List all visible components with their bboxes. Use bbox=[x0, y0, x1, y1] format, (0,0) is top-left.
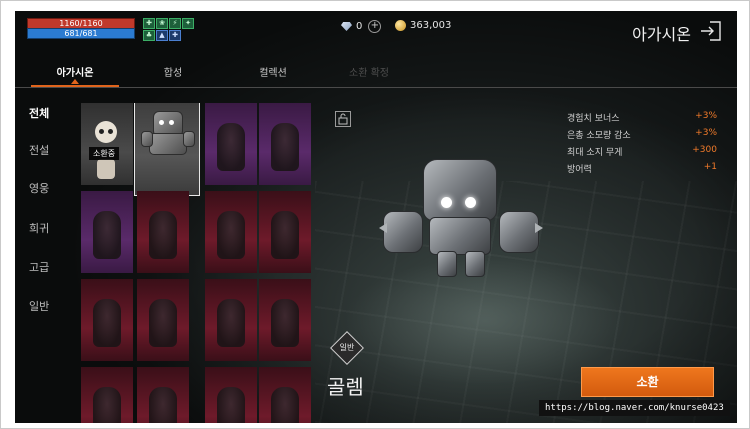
eye bbox=[108, 129, 113, 134]
category-legend[interactable]: 전설 bbox=[29, 142, 49, 158]
golem-left-leg bbox=[437, 251, 457, 277]
exit-icon[interactable] bbox=[699, 20, 723, 42]
category-rare[interactable]: 희귀 bbox=[29, 220, 49, 236]
golem-body bbox=[429, 217, 491, 255]
tab-indicator-caret bbox=[71, 79, 79, 84]
agathion-slot[interactable] bbox=[205, 191, 257, 273]
gem-count: 0 bbox=[356, 21, 363, 32]
stat-value: +3% bbox=[695, 111, 717, 121]
agathion-silhouette bbox=[149, 211, 177, 259]
golem-thumbnail bbox=[141, 111, 195, 159]
page-title: 아가시온 bbox=[632, 25, 691, 44]
gold-count: 363,003 bbox=[410, 20, 452, 31]
agathion-slot[interactable] bbox=[81, 367, 133, 423]
skeleton-body bbox=[97, 159, 115, 179]
image-frame: 1160/1160 681/681 ✚ ❀ ⚡ ✦ ♣ ▲ ✚ 0 + 363,… bbox=[0, 0, 750, 429]
stats-panel: 경험치 보너스 +3% 은총 소모량 감소 +3% 최대 소지 무게 +300 … bbox=[567, 111, 717, 179]
tab-agathion[interactable]: 아가시온 bbox=[35, 64, 115, 79]
tab-synthesis[interactable]: 합성 bbox=[133, 64, 213, 79]
stat-row: 방어력 +1 bbox=[567, 162, 717, 179]
buff-icon: ⚡ bbox=[169, 18, 181, 29]
buff-icon: ❀ bbox=[156, 18, 168, 29]
agathion-silhouette bbox=[149, 387, 177, 423]
agathion-silhouette bbox=[217, 387, 245, 423]
blog-watermark: https://blog.naver.com/knurse0423 bbox=[539, 400, 730, 416]
stat-row: 최대 소지 무게 +300 bbox=[567, 145, 717, 162]
agathion-slot-golem[interactable] bbox=[134, 103, 200, 196]
agathion-slot[interactable] bbox=[259, 367, 311, 423]
agathion-silhouette bbox=[93, 211, 121, 259]
agathion-slot[interactable] bbox=[137, 279, 189, 361]
gold-currency: 363,003 bbox=[395, 20, 451, 31]
spike bbox=[535, 223, 543, 233]
golem-eye bbox=[441, 197, 452, 208]
tab-summon-confirm[interactable]: 소환 확정 bbox=[329, 64, 409, 79]
agathion-silhouette bbox=[93, 387, 121, 423]
agathion-name: 골렘 bbox=[327, 375, 364, 399]
lock-icon[interactable] bbox=[335, 111, 351, 127]
summoning-badge: 소환중 bbox=[89, 147, 120, 160]
agathion-slot[interactable] bbox=[81, 191, 133, 273]
stat-value: +3% bbox=[695, 128, 717, 138]
buff-icon: ✚ bbox=[169, 30, 181, 41]
mp-bar: 681/681 bbox=[27, 28, 135, 39]
buff-icons: ✚ ❀ ⚡ ✦ ♣ ▲ ✚ bbox=[143, 18, 201, 41]
agathion-slot[interactable] bbox=[259, 103, 311, 185]
agathion-silhouette bbox=[217, 123, 245, 171]
golem-eye bbox=[465, 197, 476, 208]
agathion-slot[interactable] bbox=[81, 279, 133, 361]
eye bbox=[99, 129, 104, 134]
buff-icon: ✚ bbox=[143, 18, 155, 29]
golem-left-fist bbox=[383, 211, 423, 253]
golem-right-leg bbox=[465, 251, 485, 277]
tab-indicator bbox=[31, 85, 119, 87]
stat-value: +1 bbox=[703, 162, 717, 172]
agathion-slot[interactable] bbox=[259, 279, 311, 361]
golem-right-fist bbox=[499, 211, 539, 253]
golem-head bbox=[423, 159, 497, 221]
stat-row: 경험치 보너스 +3% bbox=[567, 111, 717, 128]
tab-collection[interactable]: 컬렉션 bbox=[233, 64, 313, 79]
summon-button[interactable]: 소환 bbox=[581, 367, 714, 397]
tab-bar: 아가시온 합성 컬렉션 소환 확정 bbox=[15, 55, 737, 88]
gem-currency: 0 + bbox=[341, 20, 382, 33]
stat-label: 최대 소지 무게 bbox=[567, 148, 623, 158]
spike bbox=[379, 223, 387, 233]
stat-label: 경험치 보너스 bbox=[567, 114, 620, 124]
coin-icon bbox=[395, 20, 406, 31]
golem-model bbox=[379, 159, 543, 289]
stat-label: 은총 소모량 감소 bbox=[567, 131, 631, 141]
agathion-slot-skeleton[interactable]: 소환중 bbox=[81, 103, 133, 185]
buff-icon: ✦ bbox=[182, 18, 194, 29]
diamond-icon bbox=[341, 22, 352, 31]
agathion-silhouette bbox=[271, 387, 299, 423]
stat-row: 은총 소모량 감소 +3% bbox=[567, 128, 717, 145]
agathion-silhouette bbox=[149, 299, 177, 347]
buff-icon: ▲ bbox=[156, 30, 168, 41]
category-hero[interactable]: 영웅 bbox=[29, 180, 49, 196]
agathion-silhouette bbox=[271, 123, 299, 171]
agathion-slot[interactable] bbox=[205, 103, 257, 185]
agathion-silhouette bbox=[271, 211, 299, 259]
agathion-slot[interactable] bbox=[137, 367, 189, 423]
agathion-grid: 소환중 bbox=[81, 103, 313, 423]
category-all[interactable]: 전체 bbox=[29, 105, 49, 121]
agathion-slot[interactable] bbox=[137, 191, 189, 273]
agathion-silhouette bbox=[217, 299, 245, 347]
rank-label: 일반 bbox=[339, 343, 355, 352]
agathion-silhouette bbox=[271, 299, 299, 347]
add-gems-button[interactable]: + bbox=[368, 20, 382, 33]
agathion-slot[interactable] bbox=[205, 367, 257, 423]
category-advanced[interactable]: 고급 bbox=[29, 259, 49, 275]
agathion-silhouette bbox=[93, 299, 121, 347]
agathion-slot[interactable] bbox=[259, 191, 311, 273]
agathion-silhouette bbox=[217, 211, 245, 259]
agathion-slot[interactable] bbox=[205, 279, 257, 361]
game-screen: 1160/1160 681/681 ✚ ❀ ⚡ ✦ ♣ ▲ ✚ 0 + 363,… bbox=[15, 11, 737, 423]
category-normal[interactable]: 일반 bbox=[29, 298, 49, 314]
stat-label: 방어력 bbox=[567, 165, 592, 175]
stat-value: +300 bbox=[692, 145, 717, 155]
buff-icon: ♣ bbox=[143, 30, 155, 41]
